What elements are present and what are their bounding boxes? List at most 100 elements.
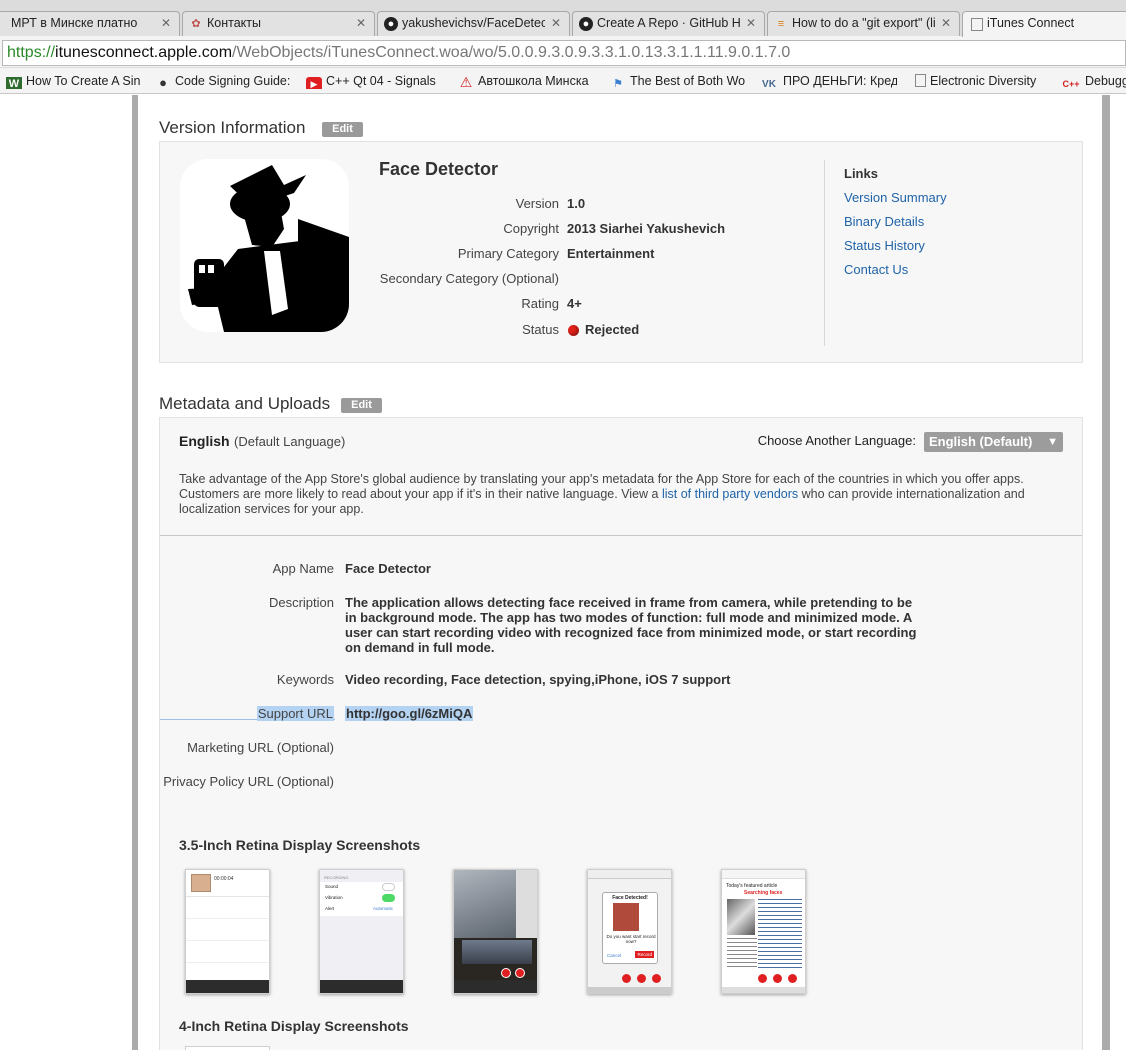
tab-contacts[interactable]: ✿ Контакты ✕	[182, 11, 375, 36]
warning-icon: ⚠	[459, 74, 473, 89]
page-viewport: Version Information Edit Face Detector V…	[0, 95, 1126, 1050]
record-icon	[501, 968, 511, 978]
divider	[160, 535, 1082, 536]
version-info-panel: Face Detector Version 1.0 Copyright 2013…	[159, 141, 1083, 363]
screenshots-35-heading: 3.5-Inch Retina Display Screenshots	[179, 837, 421, 853]
bookmark-item[interactable]: ⚠ Автошкола Минска	[458, 73, 592, 89]
bookmark-label: How To Create A Sin	[26, 74, 141, 88]
flag-icon: ⚑	[613, 78, 623, 89]
address-bar: https://itunesconnect.apple.com/WebObjec…	[0, 36, 1126, 68]
close-icon[interactable]: ✕	[356, 12, 366, 35]
app-icon	[180, 159, 349, 332]
tab-itunes-connect[interactable]: iTunes Connect	[962, 11, 1126, 37]
record-icon	[622, 974, 631, 983]
flower-icon: ✿	[191, 18, 201, 30]
edit-version-button[interactable]: Edit	[322, 122, 363, 137]
setting-label: Vibration	[325, 895, 343, 900]
field-label: Support URL	[256, 706, 334, 721]
bookmarks-bar: W How To Create A Sin ● Code Signing Guide…	[0, 68, 1126, 94]
close-icon[interactable]: ✕	[941, 12, 951, 35]
youtube-icon: ▶	[306, 77, 322, 89]
pause-icon	[637, 974, 646, 983]
page-icon	[915, 74, 926, 87]
toolbar	[320, 980, 403, 993]
toolbar	[588, 987, 671, 993]
language-label: English (Default Language)	[179, 433, 345, 451]
rating-value: 4+	[567, 296, 582, 311]
bookmark-label: Debugg	[1085, 74, 1126, 88]
tab-mrt[interactable]: МРТ в Минске платно ✕	[0, 11, 180, 36]
url-input[interactable]: https://itunesconnect.apple.com/WebObjec…	[2, 40, 1126, 66]
bookmark-item[interactable]: ● Code Signing Guide:	[155, 73, 290, 89]
third-party-vendors-link[interactable]: list of third party vendors	[662, 487, 798, 501]
tab-git-export[interactable]: ≡ How to do a "git export" (li ✕	[767, 11, 960, 36]
w-icon: W	[6, 77, 22, 89]
setting-label: Sound	[325, 884, 339, 889]
links-divider	[824, 160, 825, 346]
page-icon	[971, 18, 983, 31]
language-select[interactable]: English (Default) ▼	[924, 432, 1063, 452]
bookmark-item[interactable]: C++ Debugg	[1061, 73, 1126, 89]
bookmark-item[interactable]: ⚑ The Best of Both Wo	[610, 73, 745, 89]
url-host: itunesconnect.apple.com	[55, 44, 233, 61]
link-version-summary[interactable]: Version Summary	[844, 190, 947, 205]
alert-cancel: Cancel	[607, 953, 622, 958]
section-heading-metadata: Metadata and Uploads	[159, 394, 331, 413]
stop-icon	[788, 974, 797, 983]
link-status-history[interactable]: Status History	[844, 238, 925, 253]
searching-status: Searching faces	[744, 890, 783, 896]
apple-icon: ●	[159, 75, 167, 90]
cpp-icon: C++	[1062, 79, 1080, 89]
url-scheme: https://	[7, 44, 56, 61]
screenshot-thumbnail[interactable]	[185, 1046, 270, 1050]
main-content: Version Information Edit Face Detector V…	[138, 95, 1102, 1050]
screenshot-thumbnail[interactable]: Today's featured article Searching faces	[721, 869, 806, 994]
url-path: /WebObjects/iTunesConnect.woa/wo/5.0.0.9…	[232, 44, 791, 61]
app-name-value: Face Detector	[345, 561, 431, 576]
bookmark-label: Code Signing Guide:	[175, 74, 290, 88]
support-url-value[interactable]: http://goo.gl/6zMiQA	[345, 706, 474, 721]
bookmark-item[interactable]: Electronic Diversity	[913, 73, 1046, 89]
field-label: Copyright	[503, 221, 559, 236]
bookmark-item[interactable]: ▶ C++ Qt 04 - Signals	[306, 73, 442, 89]
scrollbar[interactable]	[1102, 95, 1110, 1050]
alert-record: Record	[635, 951, 654, 958]
close-icon[interactable]: ✕	[746, 12, 756, 35]
screenshot-thumbnail[interactable]: 00:00:04	[185, 869, 270, 994]
toolbar	[186, 980, 269, 993]
screenshot-thumbnail[interactable]: Face Detected! Do you want start record …	[587, 869, 672, 994]
tab-title: yakushevichsv/FaceDetect	[402, 16, 545, 30]
tab-github-facedetect[interactable]: ● yakushevichsv/FaceDetect ✕	[377, 11, 570, 36]
links-heading: Links	[844, 166, 878, 181]
toggle-on	[382, 894, 395, 902]
edit-metadata-button[interactable]: Edit	[341, 398, 382, 413]
choose-language-label: Choose Another Language:	[757, 433, 916, 448]
language-name: English	[179, 433, 230, 449]
field-label: Description	[268, 595, 334, 610]
section-heading-version: Version Information	[159, 118, 306, 137]
close-icon[interactable]: ✕	[551, 12, 561, 35]
alert-message: Do you want start record now?	[606, 934, 656, 944]
toggle-off	[382, 883, 395, 891]
bookmark-item[interactable]: VK ПРО ДЕНЬГИ: Креди	[759, 73, 897, 89]
toolbar	[722, 987, 805, 993]
localization-intro: Take advantage of the App Store's global…	[179, 472, 1029, 517]
face-thumbnail	[191, 874, 211, 892]
spy-silhouette-icon	[188, 165, 349, 332]
screenshot-thumbnail[interactable]	[453, 869, 538, 994]
screenshot-thumbnail[interactable]: RECORDING Sound Vibration Alert Automati…	[319, 869, 404, 994]
toolbar	[454, 980, 537, 993]
bookmark-item[interactable]: W How To Create A Sin	[6, 73, 141, 89]
vk-icon: VK	[762, 79, 776, 89]
chevron-down-icon: ▼	[1047, 436, 1058, 448]
pause-icon	[773, 974, 782, 983]
bookmark-label: Electronic Diversity	[930, 74, 1037, 88]
close-icon[interactable]: ✕	[161, 12, 171, 35]
link-contact-us[interactable]: Contact Us	[844, 262, 908, 277]
github-icon: ●	[384, 17, 398, 31]
stop-icon	[652, 974, 661, 983]
tab-github-create-repo[interactable]: ● Create A Repo · GitHub He ✕	[572, 11, 765, 36]
link-binary-details[interactable]: Binary Details	[844, 214, 924, 229]
field-label: Marketing URL (Optional)	[187, 740, 334, 755]
field-label: Status	[522, 322, 559, 337]
